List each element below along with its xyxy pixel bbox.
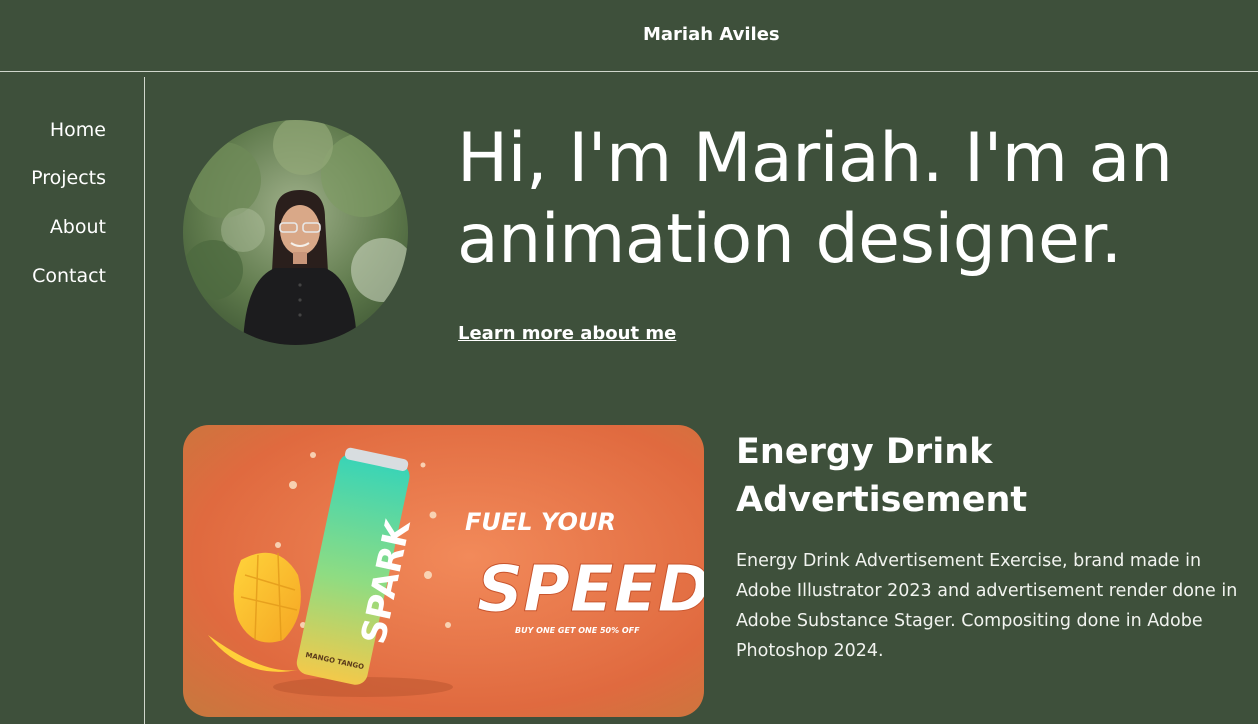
nav-item-about[interactable]: About [50, 216, 106, 238]
site-header: Mariah Aviles [0, 0, 1258, 72]
nav-item-contact[interactable]: Contact [32, 265, 106, 287]
nav-item-home[interactable]: Home [50, 119, 106, 141]
nav-item-projects[interactable]: Projects [31, 167, 106, 189]
energy-drink-ad-image: SPARK MANGO TANGO FUEL YOUR SPEED. BUY O… [183, 425, 704, 717]
project-description: Energy Drink Advertisement Exercise, bra… [736, 551, 1238, 661]
sidebar-nav: Home Projects About Contact [0, 77, 145, 724]
ad-headline-big: SPEED. [477, 553, 704, 627]
project-title[interactable]: Energy Drink Advertisement [736, 428, 1236, 524]
ad-headline-small: FUEL YOUR [465, 508, 616, 536]
profile-photo [183, 120, 408, 345]
project-image-card[interactable]: SPARK MANGO TANGO FUEL YOUR SPEED. BUY O… [183, 425, 704, 717]
site-name[interactable]: Mariah Aviles [643, 24, 780, 45]
ad-offer-text: BUY ONE GET ONE 50% OFF [515, 626, 640, 635]
hero-title: Hi, I'm Mariah. I'm an animation designe… [457, 119, 1173, 279]
learn-more-link[interactable]: Learn more about me [458, 323, 676, 344]
profile-photo-illustration [183, 120, 408, 345]
